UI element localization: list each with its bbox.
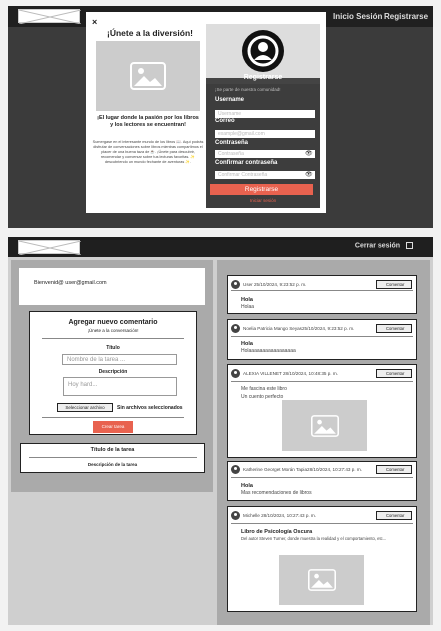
nav-register-link[interactable]: Registrarse — [384, 12, 428, 21]
divider — [231, 290, 413, 291]
divider — [231, 381, 413, 382]
user-avatar-icon — [231, 280, 240, 289]
post-title: Libro de Psicología Oscura — [241, 529, 313, 535]
divider — [29, 457, 197, 458]
divider — [42, 338, 184, 339]
file-select-button[interactable]: Seleccionar archivo — [57, 403, 113, 412]
register-submit-button[interactable]: Registrarse — [210, 184, 313, 195]
user-avatar-icon — [231, 511, 240, 520]
image-icon — [307, 569, 336, 591]
register-subtitle: ¡Se parte de nuestra comunidad! — [215, 87, 281, 92]
image-icon — [310, 414, 339, 437]
post-user: Michelle 28/10/2024, 10:27:43 p. m. — [243, 513, 317, 518]
image-icon — [130, 62, 166, 90]
eye-icon[interactable]: 👁 — [305, 171, 313, 178]
post-image-placeholder — [282, 400, 367, 451]
modal-description: Sumergase en el interesante mundo de los… — [92, 140, 204, 164]
email-label: Correo — [215, 118, 235, 124]
form-title: Agregar nuevo comentario — [68, 319, 158, 326]
post-body: Un cuento perfecto — [241, 394, 284, 400]
post-body: Holaaaaaaaaaaaaaaaaa — [241, 348, 296, 354]
task-title: Título de la tarea — [90, 447, 135, 453]
comment-button[interactable]: Comentar — [376, 324, 412, 333]
post-title: Hola — [241, 341, 253, 347]
username-input[interactable]: Username — [215, 110, 315, 118]
username-label: Username — [215, 97, 245, 103]
eye-icon[interactable]: 👁 — [305, 150, 313, 157]
user-avatar-icon — [242, 30, 284, 72]
post-body: Del autor Steven Turner, donde muestra l… — [241, 536, 387, 541]
comment-button[interactable]: Comentar — [376, 465, 412, 474]
user-avatar-icon — [231, 324, 240, 333]
post-user: ALEXIA VILLENET 28/10/2024, 10:48:35 p. … — [243, 371, 338, 376]
divider — [42, 417, 184, 418]
user-avatar-icon — [231, 369, 240, 378]
modal-title: ¡Únete a la diversión! — [107, 28, 193, 38]
divider — [231, 336, 413, 337]
create-task-button[interactable]: Crear tarea — [93, 421, 133, 433]
logout-icon — [406, 242, 413, 249]
password-label: Contraseña — [215, 140, 249, 146]
email-input[interactable]: example@gmail.com — [215, 130, 315, 138]
confirm-password-input[interactable]: Confirmar Contraseña — [215, 171, 315, 179]
task-description: Descripción de la tarea — [87, 462, 138, 467]
comment-button[interactable]: Comentar — [376, 511, 412, 520]
divider — [231, 477, 413, 478]
post-user: User 25/10/2024, 9:23:52 p. m. — [243, 282, 307, 287]
post-body: Holaa — [241, 304, 255, 310]
comment-button[interactable]: Comentar — [376, 369, 412, 378]
post-user: Noelia Patricia Mango Seyas25/10/2024, 9… — [243, 326, 355, 331]
nav-login-link[interactable]: Inicio Sesión — [333, 12, 382, 21]
modal-subtitle: ¡El lugar donde la pasión por los libros… — [97, 115, 199, 128]
register-title: Registrarse — [243, 74, 283, 81]
post-body: Mas recomendaciones de libros — [241, 490, 312, 496]
confirm-password-label: Confirmar contraseña — [215, 160, 278, 166]
description-label: Descripción — [98, 369, 128, 375]
user-avatar-icon — [231, 465, 240, 474]
image-placeholder — [96, 41, 200, 111]
title-input[interactable]: Nombre de la tarea ... — [62, 354, 177, 365]
login-link[interactable]: Iniciar sesión — [206, 198, 320, 203]
logout-button[interactable]: Cerrar sesión — [355, 242, 413, 249]
welcome-card: Bienvenid@ user@gmail.com — [19, 268, 205, 305]
post-title: Hola — [241, 297, 253, 303]
post-title: Hola — [241, 483, 253, 489]
form-subtitle: ¡Únete a la conversación! — [87, 328, 139, 333]
post-image-placeholder — [279, 555, 364, 605]
post-user: Katherine Georget Morán Tapia28/10/2024,… — [243, 467, 362, 472]
description-textarea[interactable]: Hoy hard... — [63, 377, 177, 396]
close-icon[interactable]: × — [92, 17, 97, 27]
welcome-text: Bienvenid@ user@gmail.com — [34, 280, 107, 286]
logo-placeholder[interactable] — [18, 9, 81, 24]
title-label: Título — [106, 345, 120, 351]
file-status: Sin archivos seleccionados — [117, 405, 183, 411]
divider — [231, 523, 413, 524]
logo-placeholder[interactable] — [18, 240, 81, 255]
password-input[interactable]: Contraseña — [215, 150, 315, 158]
post-title: Me fascina este libro — [241, 386, 287, 392]
logout-label: Cerrar sesión — [354, 242, 401, 250]
comment-button[interactable]: Comentar — [376, 280, 412, 289]
